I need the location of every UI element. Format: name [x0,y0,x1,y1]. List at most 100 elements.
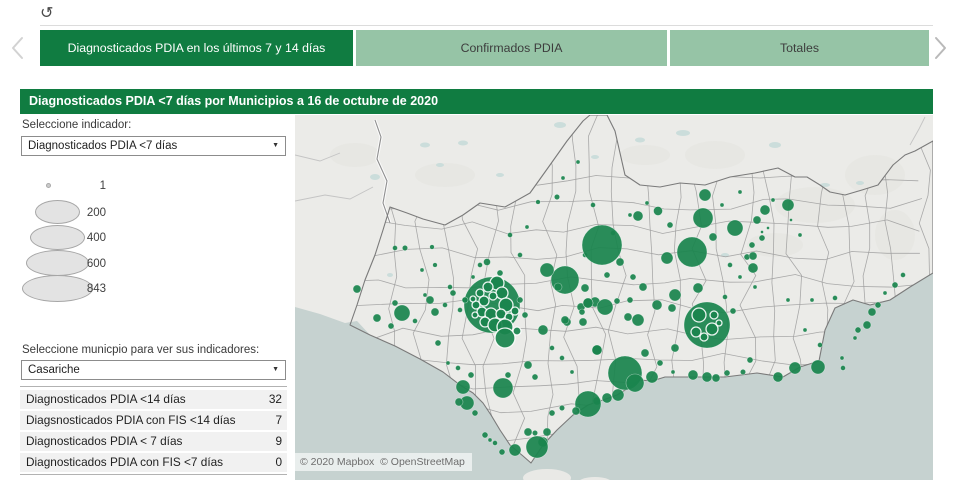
map-bubble[interactable] [699,332,709,342]
map-bubble[interactable] [626,296,634,304]
map-bubble[interactable] [516,296,524,304]
map-bubble[interactable] [737,274,743,280]
map-bubble[interactable] [882,290,888,296]
map-bubble[interactable] [575,159,581,165]
map-bubble[interactable] [660,251,674,265]
map-bubble[interactable] [596,298,614,316]
map-bubble[interactable] [788,361,802,375]
map-bubble[interactable] [653,206,663,216]
map-bubble[interactable] [477,262,483,268]
map-bubble[interactable] [580,283,590,293]
map-bubble[interactable] [676,236,708,268]
table-row[interactable]: Diagnosticados PDIA < 7 días 9 [20,432,287,451]
map-attribution[interactable]: © 2020 Mapbox © OpenStreetMap [295,453,472,471]
map-bubble[interactable] [852,335,858,341]
map-bubble[interactable] [537,324,549,336]
map-bubble[interactable] [495,286,509,300]
map-bubble[interactable] [454,397,464,407]
map-bubble[interactable] [445,360,451,366]
map-bubble[interactable] [785,297,791,303]
map-bubble[interactable] [726,219,744,237]
map-bubble[interactable] [449,289,457,297]
map-bubble[interactable] [900,272,906,278]
map-bubble[interactable] [525,435,549,459]
map-bubble[interactable] [809,297,815,303]
map-bubble[interactable] [698,188,712,202]
map-bubble[interactable] [510,306,520,316]
map-bubble[interactable] [461,296,469,304]
map-bubble[interactable] [656,359,664,367]
map-bubble[interactable] [623,312,633,322]
map-bubble[interactable] [715,319,723,327]
map-bubble[interactable] [711,373,721,383]
map-bubble[interactable] [746,356,754,364]
map-bubble[interactable] [867,307,877,317]
map-bubble[interactable] [455,379,471,395]
map-bubble[interactable] [629,273,637,281]
map-bubble[interactable] [789,218,793,222]
map-bubble[interactable] [752,284,758,290]
map-bubble[interactable] [668,288,682,302]
map-bubble[interactable] [645,370,659,384]
map-bubble[interactable] [488,291,498,301]
map-bubble[interactable] [644,200,650,206]
map-bubble[interactable] [578,308,586,316]
map-bubble[interactable] [559,355,565,361]
map-bubble[interactable] [471,409,479,417]
map-bubble[interactable] [523,427,533,437]
map-bubble[interactable] [691,307,707,323]
map-bubble[interactable] [402,245,409,252]
map-bubble[interactable] [524,224,530,230]
map-bubble[interactable] [425,295,435,305]
map-bubble[interactable] [747,262,759,274]
map-bubble[interactable] [578,317,588,327]
table-row[interactable]: Diagnosticados PDIA <14 días 32 [20,390,287,409]
map-bubble[interactable] [523,360,533,370]
map-bubble[interactable] [492,377,514,399]
map-bubble[interactable] [631,313,645,327]
map-bubble[interactable] [496,269,504,277]
map-bubble[interactable] [430,307,440,317]
map-bubble[interactable] [457,307,463,313]
map-bubble[interactable] [810,359,826,375]
map-bubble[interactable] [483,258,491,266]
map-bubble[interactable] [670,343,680,353]
map-bubble[interactable] [615,257,625,267]
map-bubble[interactable] [539,262,555,278]
map-bubble[interactable] [447,284,453,290]
map-bubble[interactable] [770,197,776,203]
map-bubble[interactable] [558,404,565,411]
map-bubble[interactable] [392,245,398,251]
map-bubble[interactable] [521,311,529,319]
map-bubble[interactable] [467,371,475,379]
map-bubble[interactable] [372,313,382,323]
map-bubble[interactable] [442,302,448,308]
map-bubble[interactable] [531,373,539,381]
map-bubble[interactable] [512,326,522,336]
map-bubble[interactable] [758,234,766,242]
map-bubble[interactable] [766,226,770,230]
map-bubble[interactable] [470,274,476,280]
map-bubble[interactable] [601,392,613,404]
map-bubble[interactable] [692,282,704,294]
map-bubble[interactable] [471,311,479,319]
map-bubble[interactable] [651,299,663,311]
map-bubble[interactable] [891,281,899,289]
map-bubble[interactable] [492,440,498,446]
refresh-icon[interactable]: ↺ [40,3,53,22]
map-bubble[interactable] [832,295,838,301]
map-bubble[interactable] [632,210,644,222]
municipality-select[interactable]: Casariche ▼ [21,360,286,380]
map-bubble[interactable] [840,365,846,371]
indicator-select[interactable]: Diagnosticados PDIA <7 días ▼ [21,136,286,156]
map-bubble[interactable] [670,369,676,375]
map-bubble[interactable] [666,221,674,229]
map-bubble[interactable] [498,448,506,456]
tab-confirmados-pdia[interactable]: Confirmados PDIA [356,30,667,66]
map-svg[interactable] [295,115,933,480]
table-row[interactable]: Diagnosticados PDIA con FIS <7 días 0 [20,453,287,472]
map-bubble[interactable] [709,310,719,320]
map-bubble[interactable] [494,327,516,349]
map-bubble[interactable] [548,409,556,417]
map-bubble[interactable] [748,241,756,249]
